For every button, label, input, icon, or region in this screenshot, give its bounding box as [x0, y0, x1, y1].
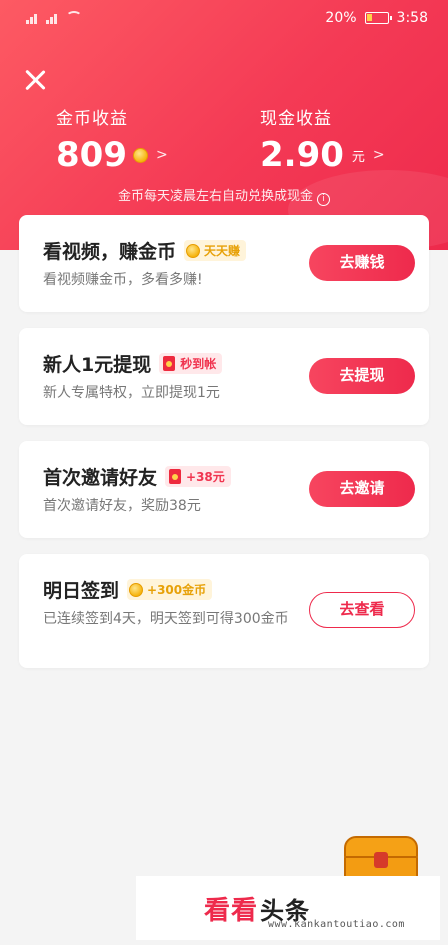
exchange-note: 金币每天凌晨左右自动兑换成现金 i: [0, 185, 448, 206]
earn-money-button[interactable]: 去赚钱: [309, 245, 415, 281]
wifi-icon: [66, 11, 82, 23]
watermark-brand-red: 看看: [204, 895, 259, 926]
info-icon[interactable]: i: [317, 193, 330, 206]
task-card-invite-friend: 首次邀请好友 +38元 首次邀请好友，奖励38元 去邀请: [19, 441, 429, 538]
task-card-watch-video: 看视频，赚金币 天天赚 看视频赚金币，多看多赚! 去赚钱: [19, 215, 429, 312]
task-title: 看视频，赚金币: [43, 241, 177, 263]
battery-percent: 20%: [325, 10, 357, 26]
task-badge: 秒到帐: [159, 353, 223, 374]
task-title: 首次邀请好友: [43, 467, 158, 489]
task-subtitle: 看视频赚金币，多看多赚!: [43, 272, 203, 288]
chevron-right-icon: >: [155, 147, 168, 163]
task-title: 新人1元提现: [43, 354, 152, 376]
cash-earnings[interactable]: 现金收益 2.90 元 >: [260, 104, 385, 175]
cash-earnings-label: 现金收益: [260, 109, 332, 129]
task-badge-text: 天天赚: [204, 244, 241, 258]
signal-icon: [26, 10, 40, 24]
signal-icon-2: [46, 10, 60, 24]
status-bar: 20% 3:58: [0, 0, 448, 36]
exchange-note-text: 金币每天凌晨左右自动兑换成现金: [117, 189, 313, 204]
task-card-new-user-withdraw: 新人1元提现 秒到帐 新人专属特权，立即提现1元 去提现: [19, 328, 429, 425]
chevron-right-icon: >: [372, 147, 385, 163]
watermark-url: www.kankantoutiao.com: [268, 919, 405, 930]
coin-icon: [129, 582, 144, 597]
status-icons-right: 20% 3:58: [325, 10, 428, 26]
view-button[interactable]: 去查看: [309, 592, 415, 628]
cash-unit: 元: [351, 149, 365, 165]
earnings-header: 20% 3:58 金币收益 809 > 现金收益 2.90 元 > 金币每天凌晨…: [0, 0, 448, 250]
watermark: 看看头条 www.kankantoutiao.com: [136, 876, 440, 940]
task-badge: +38元: [165, 466, 231, 487]
status-icons-left: [26, 10, 82, 24]
coin-icon: [186, 243, 201, 258]
withdraw-button[interactable]: 去提现: [309, 358, 415, 394]
task-subtitle: 新人专属特权，立即提现1元: [43, 385, 220, 401]
red-envelope-icon: [169, 469, 182, 484]
task-badge-text: +38元: [186, 470, 225, 484]
clock: 3:58: [396, 10, 428, 26]
task-badge-text: 秒到帐: [180, 357, 217, 371]
coin-earnings-value: 809: [56, 135, 127, 175]
task-card-sign-in: 明日签到 +300金币 已连续签到4天，明天签到可得300金币 去查看: [19, 554, 429, 668]
cash-earnings-value: 2.90: [260, 135, 344, 175]
task-badge: 天天赚: [184, 240, 247, 261]
battery-icon: [364, 12, 392, 24]
coin-earnings-label: 金币收益: [56, 109, 128, 129]
task-subtitle: 首次邀请好友，奖励38元: [43, 498, 201, 514]
coin-earnings[interactable]: 金币收益 809 >: [56, 104, 168, 175]
task-subtitle: 已连续签到4天，明天签到可得300金币: [43, 611, 289, 627]
task-title: 明日签到: [43, 580, 120, 602]
task-badge: +300金币: [127, 579, 213, 600]
red-envelope-icon: [163, 356, 176, 371]
task-badge-text: +300金币: [147, 583, 207, 597]
coin-icon: [132, 147, 148, 163]
close-icon[interactable]: [22, 67, 48, 93]
invite-button[interactable]: 去邀请: [309, 471, 415, 507]
